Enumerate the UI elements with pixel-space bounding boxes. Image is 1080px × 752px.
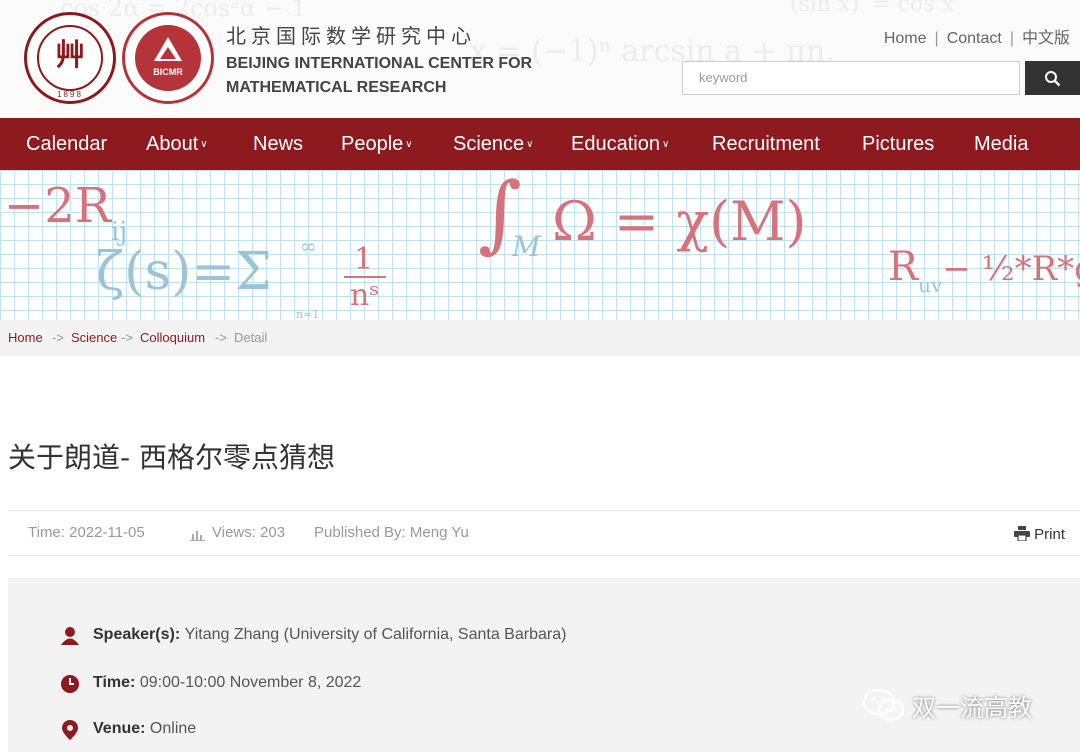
ricci-rest: − ½*R*g [942, 249, 1080, 289]
nav-item-science[interactable]: Science ∨ [453, 118, 533, 170]
nav-item-about[interactable]: About ∨ [146, 118, 208, 170]
breadcrumb-science[interactable]: Science [71, 330, 117, 345]
ricci-R: R [888, 244, 919, 290]
pku-logo-year: 1898 [57, 90, 83, 99]
nav-item-label: Education [571, 133, 660, 155]
separator: | [1009, 30, 1014, 47]
nav-item-people[interactable]: People ∨ [341, 118, 413, 170]
nav-item-label: Science [453, 133, 525, 155]
euler-formula: Ω = χ(M) [552, 190, 807, 253]
zeta-formula: ζ(s)=Σ [96, 242, 272, 302]
nav-item-label: Calendar [26, 133, 108, 155]
institute-name-cn: 北京国际数学研究中心 [226, 24, 476, 48]
main-nav: Calendar About ∨ News People ∨ Science ∨ Ed… [0, 118, 1080, 170]
search-button[interactable] [1025, 61, 1080, 95]
speaker-value: Yitang Zhang (University of California, … [184, 626, 567, 643]
pku-emblem-icon: ⾋ [55, 38, 85, 73]
triangle-inner-icon [160, 47, 176, 59]
time-line: Time: 09:00-10:00 November 8, 2022 [93, 674, 361, 692]
venue-label: Venue: [93, 720, 146, 737]
publish-time: Time: 2022-11-05 [28, 524, 145, 541]
breadcrumb-current: Detail [234, 330, 268, 345]
chevron-down-icon: ∨ [661, 138, 670, 150]
top-links: Home | Contact | 中文版 [884, 24, 1070, 48]
nav-item-label: Pictures [862, 133, 935, 155]
venue-line: Venue: Online [93, 720, 196, 738]
nav-item-pictures[interactable]: Pictures [862, 118, 934, 170]
article-meta: Time: 2022-11-05 Views: 203 Published By… [8, 510, 1080, 556]
wechat-icon [862, 688, 905, 722]
nav-item-news[interactable]: News [253, 118, 303, 170]
zeta-formula-text: ζ(s)=Σ [96, 242, 272, 302]
breadcrumb-arrow: -> [215, 330, 227, 345]
venue-value: Online [149, 720, 197, 737]
bar-chart-icon [190, 531, 205, 541]
top-link-chinese[interactable]: 中文版 [1022, 30, 1070, 47]
chevron-down-icon: ∨ [405, 138, 413, 150]
institute-name-en-line2: MATHEMATICAL RESEARCH [226, 79, 447, 96]
zeta-frac-num: 1 [354, 242, 374, 277]
nav-item-calendar[interactable]: Calendar [26, 118, 107, 170]
nav-item-label: About [146, 133, 199, 155]
time-value: 09:00-10:00 November 8, 2022 [139, 674, 362, 691]
banner-formula-text: −2R [4, 178, 111, 234]
person-icon [61, 627, 79, 645]
separator: | [934, 30, 939, 47]
site-header: cos 2α = 2cos²α − 1 x = (−1)ⁿ arcsin a +… [0, 0, 1080, 118]
banner-formula: −2Rij [4, 178, 127, 247]
published-by: Published By: Meng Yu [314, 524, 469, 541]
top-link-contact[interactable]: Contact [947, 30, 1002, 47]
nav-item-recruitment[interactable]: Recruitment [712, 118, 820, 170]
top-link-home[interactable]: Home [884, 30, 927, 47]
page-title: 关于朗道- 西格尔零点猜想 [8, 441, 336, 474]
clock-icon [61, 675, 79, 693]
printer-icon [1014, 526, 1030, 542]
institute-name-en: BEIJING INTERNATIONAL CENTER FOR MATHEMA… [226, 52, 532, 100]
header-bg-formula: (sin x)ʹ = cos x [790, 0, 954, 17]
nav-item-label: News [253, 133, 304, 155]
speaker-line: Speaker(s): Yitang Zhang (University of … [93, 626, 566, 644]
zeta-frac-den: nˢ [350, 278, 380, 313]
print-button[interactable]: Print [1014, 524, 1065, 543]
integral-sub: M [512, 230, 541, 263]
nav-item-label: People [341, 133, 404, 155]
search-icon [1045, 71, 1061, 87]
nav-item-media[interactable]: Media [974, 118, 1028, 170]
institute-name-en-line1: BEIJING INTERNATIONAL CENTER FOR [226, 55, 533, 72]
nav-item-label: Recruitment [712, 133, 820, 155]
breadcrumb-arrow: -> [52, 330, 64, 345]
search-input[interactable]: keyword [682, 61, 1020, 95]
event-info-box: Speaker(s): Yitang Zhang (University of … [8, 578, 1080, 752]
pku-logo[interactable]: ⾋ 1898 [24, 12, 116, 104]
bicmr-logo-abbr: BICMR [153, 67, 183, 77]
breadcrumb: Home -> Science -> Colloquium -> Detail [0, 320, 1080, 356]
ricci-formula: Ruv− ½*R*g [888, 244, 1080, 297]
bicmr-logo[interactable]: BICMR [122, 12, 214, 104]
zeta-sum-top: ∞ [300, 234, 317, 258]
breadcrumb-arrow: -> [121, 330, 133, 345]
zeta-sum-bottom: n=1 [296, 308, 320, 320]
time-label: Time: [93, 674, 136, 691]
location-pin-icon [62, 720, 78, 740]
speaker-label: Speaker(s): [93, 626, 181, 643]
math-banner: −2Rij ζ(s)=Σ ∞ n=1 1 nˢ ∫ M Ω = χ(M) Ruv… [0, 170, 1080, 320]
print-label: Print [1034, 526, 1066, 543]
view-count: Views: 203 [212, 524, 286, 541]
breadcrumb-colloquium[interactable]: Colloquium [140, 330, 205, 345]
breadcrumb-home[interactable]: Home [8, 330, 43, 345]
watermark-text: 双一流高教 [912, 694, 1032, 722]
nav-item-education[interactable]: Education ∨ [571, 118, 669, 170]
bicmr-logo-disc: BICMR [135, 25, 201, 91]
ricci-sub: uv [918, 273, 943, 297]
chevron-down-icon: ∨ [200, 138, 208, 150]
chevron-down-icon: ∨ [526, 138, 534, 150]
nav-item-label: Media [974, 133, 1029, 155]
